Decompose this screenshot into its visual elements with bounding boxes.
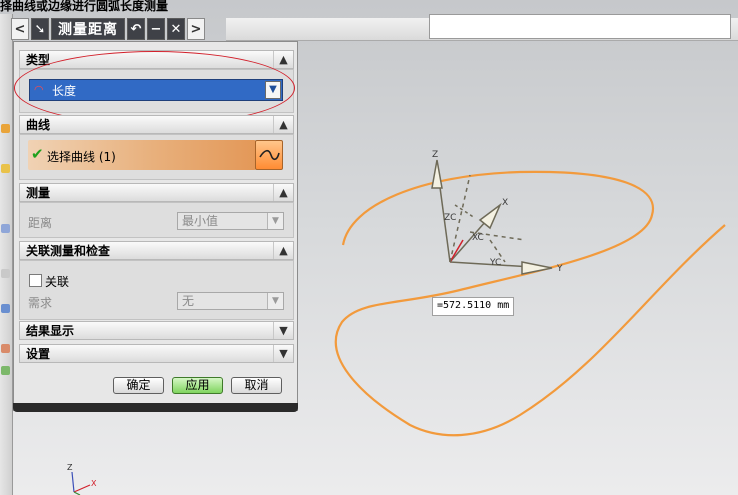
associative-checkbox-label: 关联 [45,275,70,289]
select-curve-label: 选择曲线 (1) [47,150,116,164]
apply-button[interactable]: 应用 [172,377,223,394]
chevron-down-icon[interactable]: ▼ [273,322,293,339]
requirement-dropdown[interactable]: 无 ▼ [177,292,284,310]
check-icon: ✔ [31,145,44,163]
mini-axis-x: X [91,479,97,488]
curve-select-button[interactable] [255,140,283,170]
highlight-annotation [14,51,295,125]
measured-curve[interactable] [334,170,726,437]
section-settings-label: 设置 [26,347,51,361]
mini-triad [71,471,91,495]
measurement-readout: =572.5110 mm [432,297,515,316]
distance-label: 距离 [28,216,53,230]
axis-label-y: Y [556,264,563,274]
axis-label-zc: ZC [444,213,456,223]
select-curve-row[interactable]: ✔ 选择曲线 (1) [28,140,256,170]
axis-label-xc: XC [472,233,484,243]
ok-button[interactable]: 确定 [113,377,164,394]
section-associative-label: 关联测量和检查 [26,244,111,258]
section-results-label: 结果显示 [26,324,75,338]
section-curve-label: 曲线 [26,118,51,132]
curve-icon [259,149,280,161]
section-results[interactable]: 结果显示 ▼ [19,321,294,340]
section-curve[interactable]: 曲线 ▲ [19,115,294,134]
distance-dropdown-value: 最小值 [182,214,219,228]
chevron-down-icon[interactable]: ▼ [267,213,283,229]
dialog-footer [13,403,298,412]
cancel-button[interactable]: 取消 [231,377,282,394]
requirement-label: 需求 [28,296,53,310]
section-measure-label: 测量 [26,186,51,200]
measure-distance-dialog: 类型 ▲ ◠ 长度 ▼ 曲线 ▲ ✔ 选择曲线 (1) 测量 ▲ 距离 最小值 … [13,41,298,411]
chevron-up-icon[interactable]: ▲ [273,242,293,259]
axis-label-x: X [502,198,508,208]
associative-checkbox[interactable] [29,274,42,287]
section-settings[interactable]: 设置 ▼ [19,344,294,363]
requirement-dropdown-value: 无 [182,294,195,308]
associative-panel [19,260,294,320]
distance-dropdown[interactable]: 最小值 ▼ [177,212,284,230]
section-measure[interactable]: 测量 ▲ [19,183,294,202]
axis-label-yc: YC [489,258,501,268]
chevron-up-icon[interactable]: ▲ [273,184,293,201]
chevron-up-icon[interactable]: ▲ [273,51,293,68]
mini-axis-z: Z [67,463,73,472]
section-associative[interactable]: 关联测量和检查 ▲ [19,241,294,260]
chevron-down-icon[interactable]: ▼ [273,345,293,362]
chevron-up-icon[interactable]: ▲ [273,116,293,133]
chevron-down-icon[interactable]: ▼ [267,293,283,309]
axis-label-z: Z [432,150,438,160]
